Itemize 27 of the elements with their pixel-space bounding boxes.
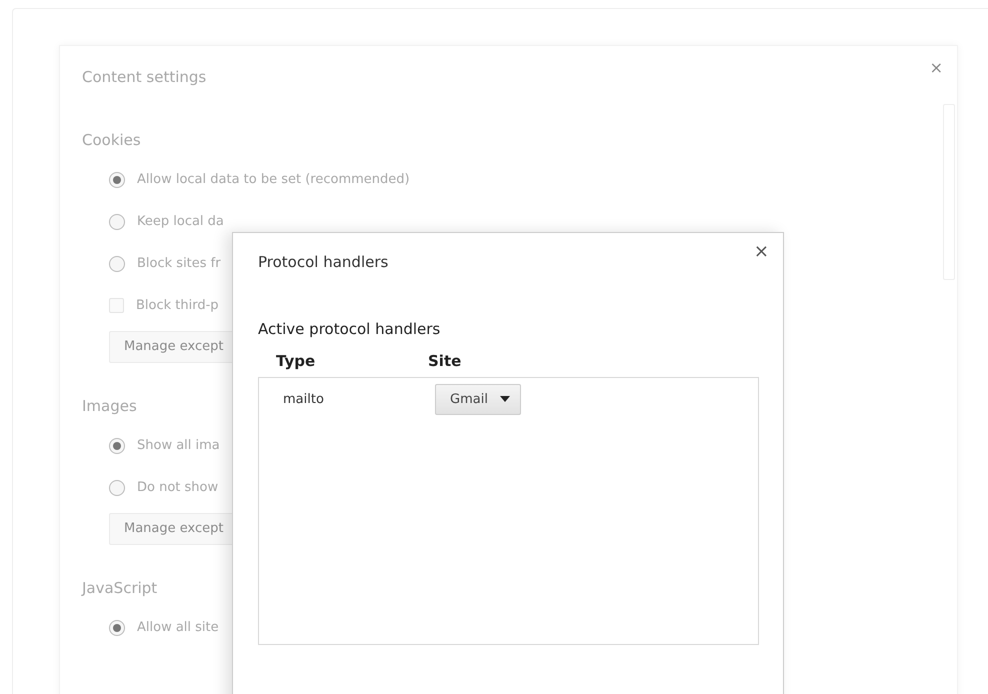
option-label: Keep local da <box>137 212 224 231</box>
option-label: Block third-p <box>136 296 219 315</box>
radio-button[interactable] <box>109 480 125 496</box>
checkbox[interactable] <box>109 298 124 313</box>
option-label: Allow all site <box>137 618 219 637</box>
radio-button[interactable] <box>109 172 125 188</box>
option-label: Do not show <box>137 478 218 497</box>
section-heading: Images <box>82 396 137 416</box>
section-heading: Cookies <box>82 130 141 150</box>
site-dropdown[interactable]: Gmail <box>435 384 521 415</box>
option-label: Block sites fr <box>137 254 221 273</box>
protocol-type: mailto <box>283 390 325 408</box>
radio-button[interactable] <box>109 438 125 454</box>
dialog-title: Protocol handlers <box>258 252 390 273</box>
radio-button[interactable] <box>109 214 125 230</box>
section-heading: Active protocol handlers <box>258 318 442 340</box>
option-label: Allow local data to be set (recommended) <box>137 170 410 189</box>
section-heading: JavaScript <box>82 578 158 598</box>
close-button[interactable]: × <box>930 56 943 80</box>
option-label: Show all ima <box>137 436 220 455</box>
radio-button[interactable] <box>109 256 125 272</box>
radio-button[interactable] <box>109 620 125 636</box>
column-header: Site <box>428 351 462 372</box>
close-button[interactable]: × <box>754 243 769 261</box>
caret-icon <box>500 396 510 402</box>
column-header: Type <box>276 351 316 372</box>
dialog-title: Content settings <box>82 67 206 88</box>
